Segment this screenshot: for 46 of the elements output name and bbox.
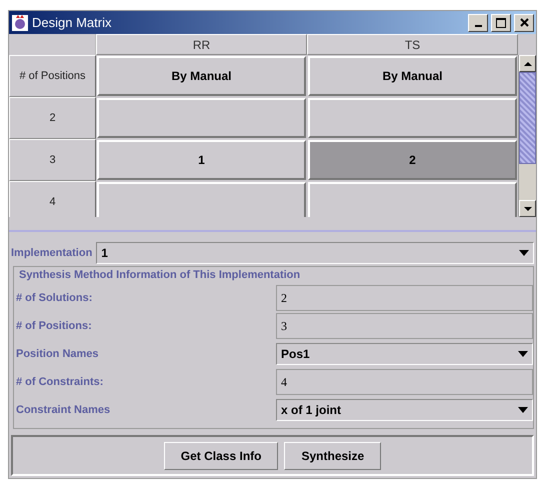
field-label: # of Solutions: xyxy=(15,292,94,304)
scroll-thumb[interactable] xyxy=(519,72,536,164)
row-header: 2 xyxy=(9,97,96,139)
field-label: # of Constraints: xyxy=(15,376,104,388)
implementation-dropdown[interactable]: 1 xyxy=(96,242,534,264)
minimize-button[interactable] xyxy=(468,14,488,32)
row-header: 4 xyxy=(9,181,96,217)
value-field[interactable]: 3 xyxy=(276,313,533,339)
window-title: Design Matrix xyxy=(32,15,112,30)
dropdown-arrow-icon xyxy=(518,407,528,413)
matrix-cell[interactable]: By Manual xyxy=(97,56,306,96)
field-label: Constraint Names xyxy=(15,404,112,416)
matrix-cell[interactable]: 1 xyxy=(97,140,306,180)
row-header: # of Positions xyxy=(9,55,96,97)
matrix-cell[interactable] xyxy=(97,98,306,138)
names-dropdown[interactable]: x of 1 joint xyxy=(276,399,533,421)
vertical-scrollbar[interactable] xyxy=(518,55,536,217)
dropdown-arrow-icon xyxy=(518,351,528,357)
matrix-cell[interactable] xyxy=(97,182,306,217)
maximize-icon xyxy=(496,18,506,28)
up-arrow-icon xyxy=(524,62,532,66)
scroll-up-button[interactable] xyxy=(519,55,536,72)
action-button[interactable]: Synthesize xyxy=(284,442,382,470)
dropdown-arrow-icon xyxy=(519,250,529,256)
app-icon xyxy=(11,14,29,32)
maximize-button[interactable] xyxy=(491,14,511,32)
close-icon xyxy=(520,18,528,27)
field-label: # of Positions: xyxy=(15,320,93,332)
scroll-down-button[interactable] xyxy=(519,200,536,217)
implementation-label: Implementation xyxy=(11,247,92,259)
matrix-cell[interactable] xyxy=(308,182,517,217)
column-header: TS xyxy=(307,34,518,55)
matrix-cell[interactable]: By Manual xyxy=(308,56,517,96)
down-arrow-icon xyxy=(524,206,532,210)
group-title: Synthesis Method Information of This Implementation xyxy=(18,269,302,281)
matrix-cell[interactable] xyxy=(308,98,517,138)
matrix-cell[interactable]: 2 xyxy=(308,140,517,180)
close-button[interactable] xyxy=(514,14,534,32)
value-field[interactable]: 2 xyxy=(276,285,533,311)
row-header: 3 xyxy=(9,139,96,181)
value-field[interactable]: 4 xyxy=(276,369,533,395)
field-label: Position Names xyxy=(15,348,100,360)
column-header: RR xyxy=(96,34,307,55)
names-dropdown[interactable]: Pos1 xyxy=(276,343,533,365)
action-button[interactable]: Get Class Info xyxy=(164,442,278,470)
minimize-icon xyxy=(474,24,482,26)
